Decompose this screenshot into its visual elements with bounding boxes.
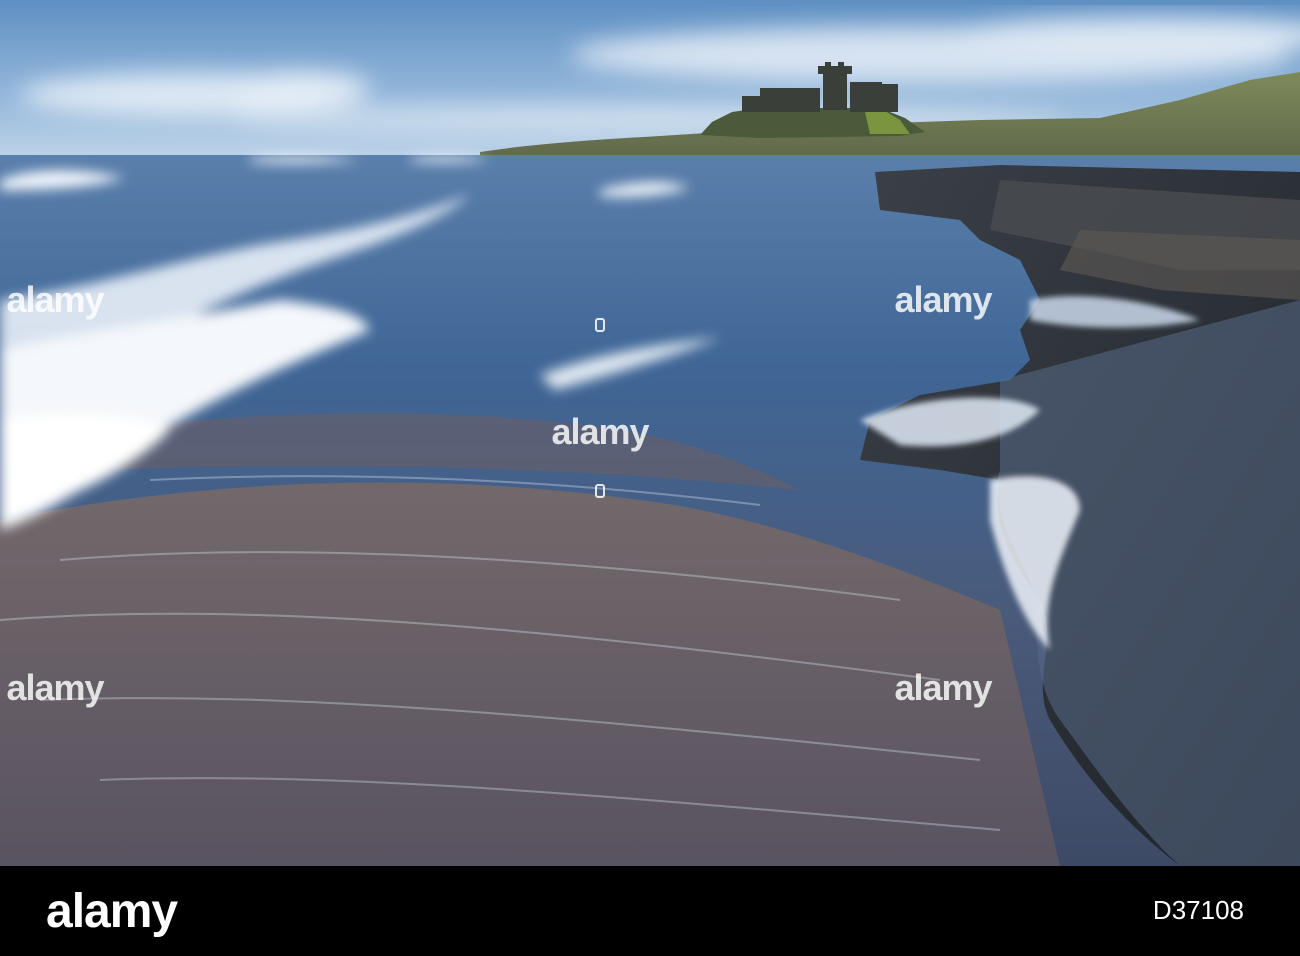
- footer-bar: alamy D37108: [0, 866, 1300, 956]
- stock-photo-frame: alamy alamy alamy alamy alamy alamy D371…: [0, 0, 1300, 956]
- coastal-castle-photo: [0, 0, 1300, 866]
- alamy-logo: alamy: [46, 885, 178, 938]
- image-id: D37108: [1152, 895, 1244, 925]
